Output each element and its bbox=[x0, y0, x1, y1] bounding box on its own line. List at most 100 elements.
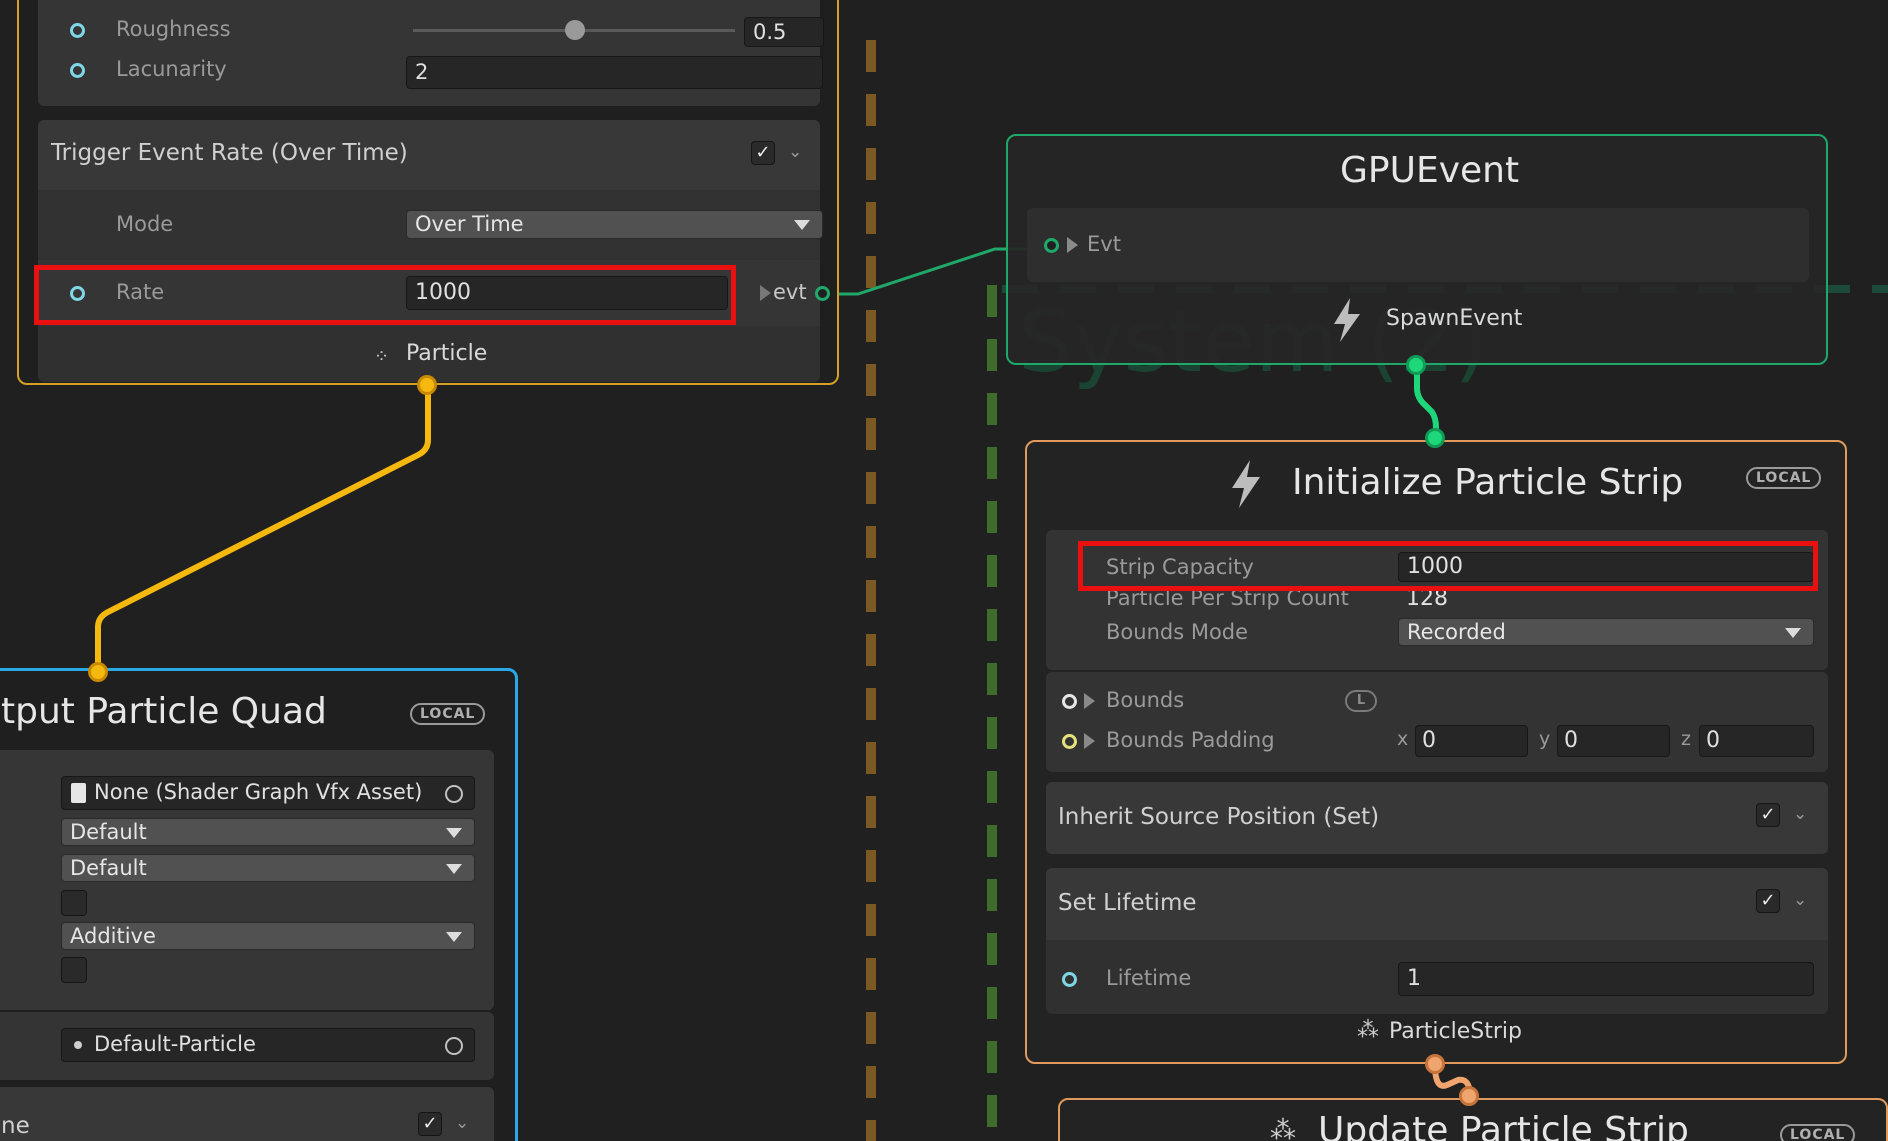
option-checkbox-1[interactable] bbox=[61, 890, 87, 916]
dropdown-default-1-value: Default bbox=[70, 820, 147, 844]
blend-mode-dropdown[interactable]: Additive bbox=[61, 922, 475, 950]
spawn-context-node[interactable]: 1 Roughness 0.5 Lacunarity 2 Trigger Eve… bbox=[17, 0, 839, 385]
file-icon bbox=[71, 783, 86, 803]
bounds-mode-dropdown[interactable]: Recorded bbox=[1398, 618, 1814, 646]
gpu-event-title: GPUEvent bbox=[1340, 150, 1520, 191]
trigger-block-collapse-chevron-icon[interactable]: ⌄ bbox=[788, 142, 802, 162]
dropdown-default-2[interactable]: Default bbox=[61, 854, 475, 882]
bounds-mode-value: Recorded bbox=[1407, 620, 1506, 644]
set-lifetime-chevron-icon[interactable]: ⌄ bbox=[1793, 890, 1807, 910]
set-lifetime-title: Set Lifetime bbox=[1058, 890, 1197, 916]
option-checkbox-2[interactable] bbox=[61, 957, 87, 983]
particle-footer-icon: ⁘ bbox=[374, 346, 390, 367]
bounds-padding-z-field[interactable]: 0 bbox=[1699, 725, 1814, 757]
evt-output-port[interactable] bbox=[815, 286, 830, 301]
spawn-event-output-connector[interactable] bbox=[1406, 355, 1426, 375]
output-particle-quad-node[interactable]: tput Particle Quad LOCAL None (Shader Gr… bbox=[0, 668, 518, 1141]
gpu-event-node[interactable]: GPUEvent Evt SpawnEvent bbox=[1006, 134, 1828, 365]
bounds-padding-x-field[interactable]: 0 bbox=[1415, 725, 1528, 757]
bounds-expand-arrow-icon[interactable] bbox=[1084, 693, 1095, 709]
init-input-connector[interactable] bbox=[1425, 428, 1445, 448]
roughness-port[interactable] bbox=[70, 23, 85, 38]
evt-output-arrow-icon bbox=[760, 285, 771, 301]
inherit-block-chevron-icon[interactable]: ⌄ bbox=[1793, 804, 1807, 824]
mode-label: Mode bbox=[116, 212, 174, 236]
init-node-title: Initialize Particle Strip bbox=[1292, 462, 1684, 503]
texture-thumbnail-icon bbox=[74, 1041, 82, 1049]
noise-properties-block: 1 Roughness 0.5 Lacunarity 2 bbox=[38, 0, 824, 106]
trigger-block-title: Trigger Event Rate (Over Time) bbox=[51, 140, 408, 166]
evt-input-port[interactable] bbox=[1044, 238, 1059, 253]
rate-highlight-box bbox=[34, 265, 736, 325]
inherit-block-enabled-checkbox[interactable]: ✓ bbox=[1756, 803, 1780, 827]
lacunarity-field[interactable]: 2 bbox=[406, 56, 823, 89]
chevron-down-icon bbox=[1785, 628, 1801, 638]
object-picker-icon[interactable] bbox=[445, 785, 463, 803]
bounds-padding-x-label: x bbox=[1397, 728, 1409, 750]
chevron-down-icon bbox=[446, 932, 462, 942]
bounds-label: Bounds bbox=[1106, 688, 1185, 712]
texture-field[interactable]: Default-Particle bbox=[61, 1028, 475, 1062]
lacunarity-port[interactable] bbox=[70, 63, 85, 78]
cutoff-block-chevron-icon[interactable]: ⌄ bbox=[455, 1113, 469, 1133]
lifetime-field[interactable]: 1 bbox=[1398, 962, 1814, 996]
particle-output-connector[interactable] bbox=[417, 375, 437, 395]
evt-input-arrow-icon bbox=[1067, 237, 1078, 253]
update-node-title: Update Particle Strip bbox=[1318, 1110, 1689, 1141]
init-bolt-icon bbox=[1232, 460, 1260, 508]
local-badge: LOCAL bbox=[410, 703, 486, 725]
inherit-source-position-block[interactable]: Inherit Source Position (Set) ✓ ⌄ bbox=[1046, 782, 1828, 854]
chevron-down-icon bbox=[446, 828, 462, 838]
strip-capacity-highlight-box bbox=[1078, 541, 1818, 591]
roughness-slider-handle[interactable] bbox=[565, 20, 585, 40]
mode-dropdown[interactable]: Over Time bbox=[406, 210, 823, 239]
bounds-block: Bounds L Bounds Padding x 0 y 0 z 0 bbox=[1046, 672, 1828, 772]
bounds-padding-label: Bounds Padding bbox=[1106, 728, 1275, 752]
set-lifetime-block[interactable]: Set Lifetime ✓ ⌄ Lifetime 1 bbox=[1046, 868, 1828, 1014]
particle-strip-footer-label: ParticleStrip bbox=[1389, 1019, 1522, 1044]
update-input-connector[interactable] bbox=[1459, 1086, 1479, 1106]
bounds-port[interactable] bbox=[1062, 694, 1077, 709]
particle-strip-output-connector[interactable] bbox=[1425, 1054, 1445, 1074]
bounds-local-badge: L bbox=[1345, 690, 1377, 712]
shader-graph-value: None (Shader Graph Vfx Asset) bbox=[94, 780, 423, 804]
texture-block: Default-Particle bbox=[0, 1012, 494, 1080]
spawn-event-footer-label: SpawnEvent bbox=[1386, 306, 1523, 331]
object-picker-icon[interactable] bbox=[445, 1037, 463, 1055]
local-badge: LOCAL bbox=[1780, 1124, 1856, 1141]
vfx-graph-canvas[interactable]: System (2) 1 Roughness 0.5 Lacunarity 2 … bbox=[0, 0, 1888, 1141]
inherit-block-title: Inherit Source Position (Set) bbox=[1058, 804, 1380, 830]
gpu-event-input-block: Evt bbox=[1027, 208, 1809, 282]
wire-particle-to-output bbox=[95, 386, 431, 672]
lifetime-port[interactable] bbox=[1062, 972, 1077, 987]
trigger-block-enabled-checkbox[interactable]: ✓ bbox=[751, 141, 775, 165]
particle-strip-footer-icon: ⁂ bbox=[1357, 1018, 1379, 1043]
mode-dropdown-value: Over Time bbox=[415, 212, 524, 236]
chevron-down-icon bbox=[446, 864, 462, 874]
evt-output-label: evt bbox=[773, 280, 807, 304]
dropdown-default-2-value: Default bbox=[70, 856, 147, 880]
cutoff-block-title: ne bbox=[1, 1113, 30, 1139]
texture-value: Default-Particle bbox=[94, 1032, 256, 1056]
roughness-value-field[interactable]: 0.5 bbox=[744, 17, 824, 47]
initialize-particle-strip-node[interactable]: Initialize Particle Strip LOCAL Strip Ca… bbox=[1025, 440, 1847, 1064]
set-lifetime-enabled-checkbox[interactable]: ✓ bbox=[1756, 889, 1780, 913]
output-input-connector[interactable] bbox=[88, 662, 108, 682]
local-badge: LOCAL bbox=[1746, 467, 1822, 489]
dropdown-default-1[interactable]: Default bbox=[61, 818, 475, 846]
bounds-padding-port[interactable] bbox=[1062, 734, 1077, 749]
output-node-title: tput Particle Quad bbox=[1, 691, 327, 732]
shader-graph-field[interactable]: None (Shader Graph Vfx Asset) bbox=[61, 776, 475, 810]
lifetime-block-cutoff[interactable]: ne ✓ ⌄ bbox=[0, 1087, 494, 1141]
roughness-label: Roughness bbox=[116, 17, 231, 41]
bounds-padding-expand-arrow-icon[interactable] bbox=[1084, 733, 1095, 749]
lifetime-label: Lifetime bbox=[1106, 966, 1192, 990]
bounds-padding-z-label: z bbox=[1681, 728, 1691, 750]
update-strip-icon: ⁂ bbox=[1270, 1116, 1296, 1141]
bounds-padding-y-label: y bbox=[1539, 728, 1551, 750]
lacunarity-label: Lacunarity bbox=[116, 57, 227, 81]
spawn-event-bolt-icon bbox=[1334, 298, 1360, 342]
blend-mode-value: Additive bbox=[70, 924, 156, 948]
bounds-padding-y-field[interactable]: 0 bbox=[1557, 725, 1670, 757]
cutoff-block-enabled-checkbox[interactable]: ✓ bbox=[418, 1112, 442, 1136]
